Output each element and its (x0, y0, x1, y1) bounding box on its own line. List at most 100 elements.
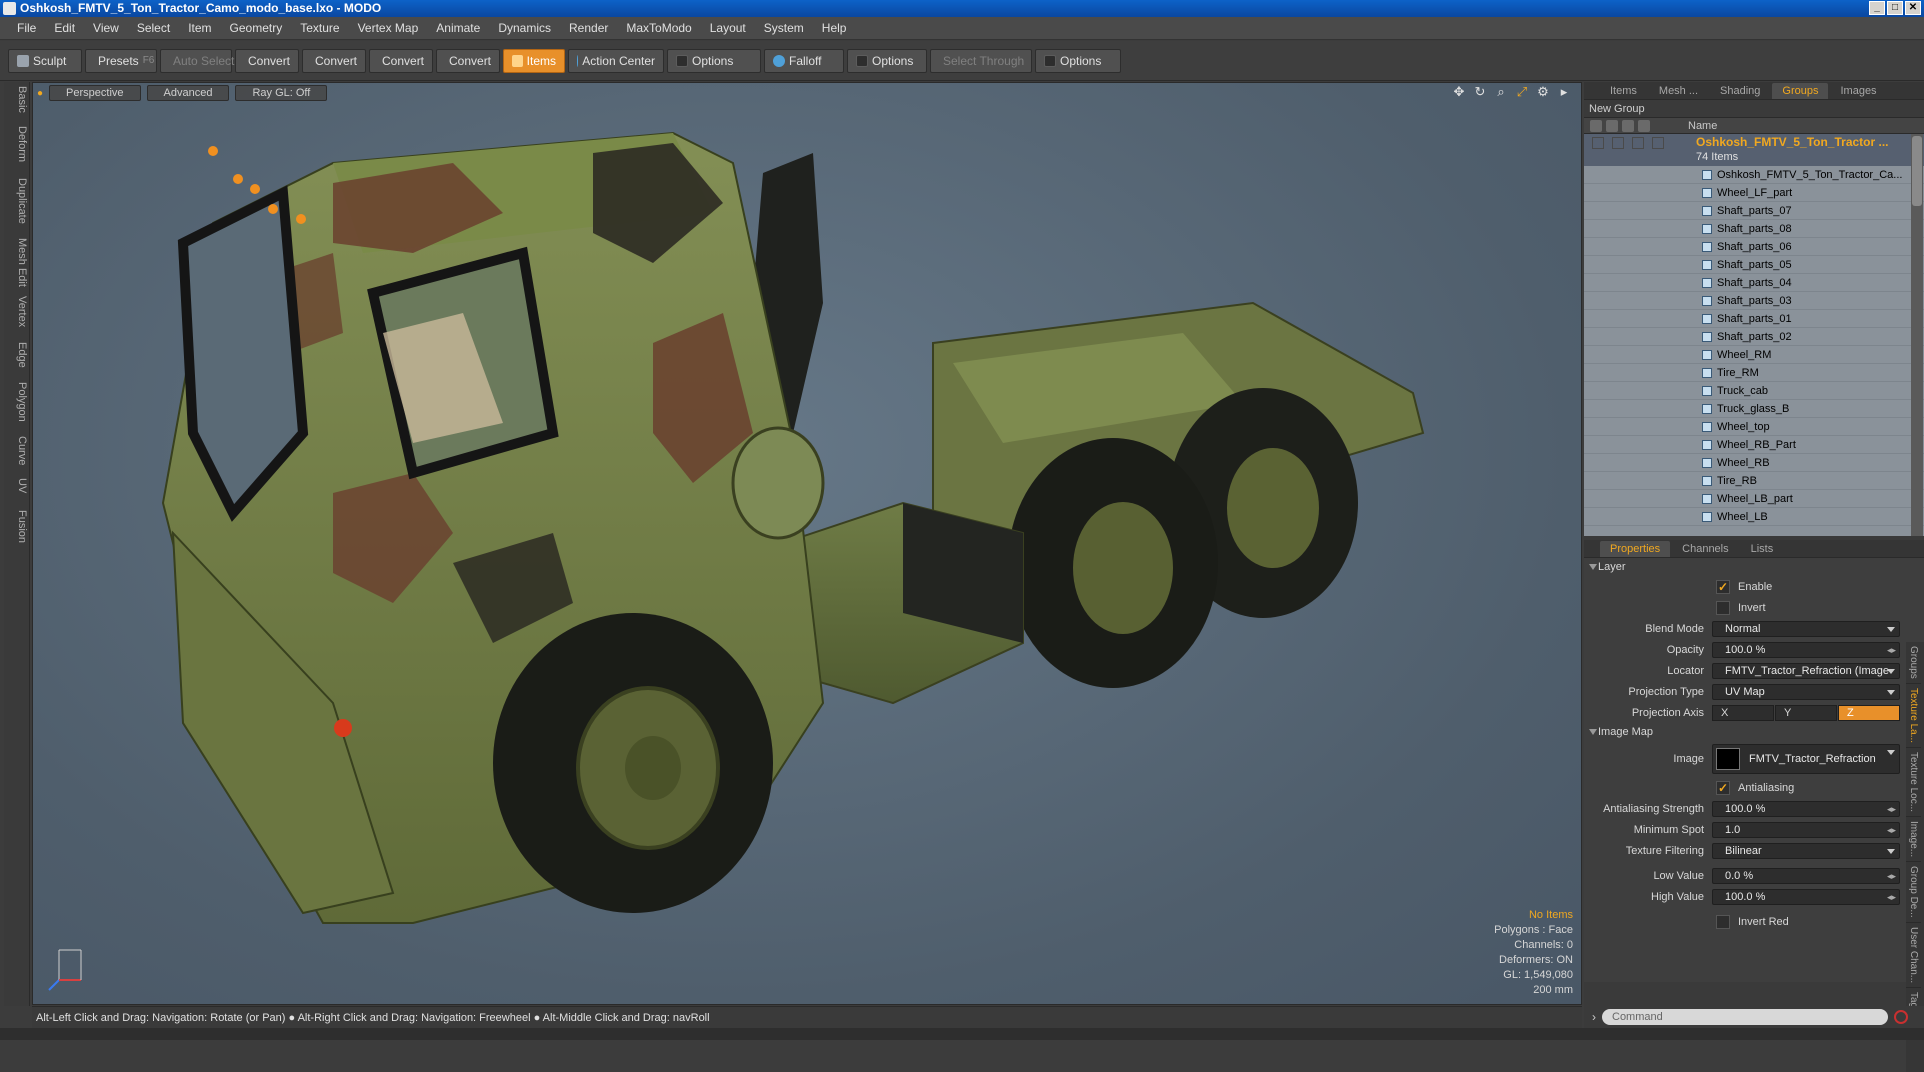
blend-mode-select[interactable]: Normal (1712, 620, 1900, 637)
pan-icon[interactable]: ✥ (1452, 85, 1466, 99)
tab-basic[interactable]: Basic (6, 82, 28, 117)
presets-button[interactable]: Presets F6 (85, 48, 157, 73)
group-row[interactable]: Oshkosh_FMTV_5_Ton_Tractor ... 74 Items (1584, 134, 1924, 166)
tab-fusion[interactable]: Fusion (6, 506, 28, 547)
command-expand-icon[interactable]: › (1592, 1010, 1596, 1024)
list-item[interactable]: Truck_glass_B (1584, 400, 1924, 418)
action-center-options-button[interactable]: Options (667, 48, 761, 73)
tab-groups[interactable]: Groups (1772, 82, 1829, 99)
convert-button-3[interactable]: Convert (369, 48, 433, 73)
side-tab-texture-layer[interactable]: Texture La... (1906, 684, 1921, 748)
low-value-field[interactable]: 0.0 % (1712, 867, 1900, 884)
list-item[interactable]: Shaft_parts_02 (1584, 328, 1924, 346)
aa-strength-field[interactable]: 100.0 % (1712, 800, 1900, 817)
side-tab-user-channels[interactable]: User Chan... (1906, 923, 1921, 988)
list-item[interactable]: Shaft_parts_03 (1584, 292, 1924, 310)
list-item[interactable]: Shaft_parts_06 (1584, 238, 1924, 256)
list-item[interactable]: Shaft_parts_04 (1584, 274, 1924, 292)
image-select[interactable]: FMTV_Tractor_Refraction (1712, 744, 1900, 774)
render-icon[interactable] (1606, 119, 1618, 132)
list-scrollbar[interactable] (1911, 134, 1923, 536)
record-macro-icon[interactable] (1894, 1010, 1908, 1024)
tab-shading[interactable]: Shading (1710, 83, 1770, 99)
tab-curve[interactable]: Curve (6, 432, 28, 469)
convert-button-4[interactable]: Convert (436, 48, 500, 73)
group-render-icon[interactable] (1612, 137, 1624, 149)
3d-viewport[interactable]: ● Perspective Advanced Ray GL: Off ✥ ↻ ⌕… (32, 82, 1582, 1005)
tab-properties[interactable]: Properties (1600, 540, 1671, 557)
select-icon[interactable] (1638, 119, 1650, 132)
side-tab-groups[interactable]: Groups (1906, 642, 1921, 684)
invert-checkbox[interactable] (1716, 600, 1730, 615)
side-tab-image[interactable]: Image... (1906, 817, 1921, 862)
tab-edge[interactable]: Edge (6, 338, 28, 372)
antialiasing-checkbox[interactable]: ✓ (1716, 780, 1730, 795)
tab-duplicate[interactable]: Duplicate (6, 174, 28, 228)
group-item-list[interactable]: Oshkosh_FMTV_5_Ton_Tractor ... 74 Items … (1584, 134, 1924, 536)
tab-lists[interactable]: Lists (1741, 541, 1784, 557)
min-spot-field[interactable]: 1.0 (1712, 821, 1900, 838)
raygl-button[interactable]: Ray GL: Off (235, 85, 328, 101)
menu-edit[interactable]: Edit (45, 21, 84, 35)
close-button[interactable]: ✕ (1905, 1, 1921, 15)
axis-y-button[interactable]: Y (1775, 704, 1837, 721)
opacity-field[interactable]: 100.0 % (1712, 641, 1900, 658)
menu-view[interactable]: View (84, 21, 128, 35)
tab-images[interactable]: Images (1830, 83, 1886, 99)
zoom-icon[interactable]: ⌕ (1494, 85, 1508, 99)
tab-items[interactable]: Items (1600, 83, 1647, 99)
perspective-button[interactable]: Perspective (49, 85, 141, 101)
menu-vertex-map[interactable]: Vertex Map (349, 21, 428, 35)
menu-select[interactable]: Select (128, 21, 179, 35)
menu-geometry[interactable]: Geometry (221, 21, 292, 35)
menu-help[interactable]: Help (813, 21, 856, 35)
scrollbar-thumb[interactable] (1912, 136, 1922, 206)
list-item[interactable]: Wheel_RM (1584, 346, 1924, 364)
tab-mesh-edit[interactable]: Mesh Edit (6, 234, 28, 291)
minimize-button[interactable]: _ (1869, 1, 1885, 15)
menu-layout[interactable]: Layout (701, 21, 755, 35)
lock-icon[interactable] (1622, 119, 1634, 132)
auto-select-button[interactable]: Auto Select (160, 48, 234, 73)
tab-uv[interactable]: UV (6, 474, 28, 497)
expand-arrow-icon[interactable]: ▸ (1557, 85, 1571, 99)
visibility-eye-icon[interactable] (1590, 119, 1602, 132)
group-eye-icon[interactable] (1592, 137, 1604, 149)
command-input[interactable]: Command (1602, 1009, 1888, 1025)
high-value-field[interactable]: 100.0 % (1712, 888, 1900, 905)
items-mode-button[interactable]: Items (503, 48, 565, 73)
action-center-button[interactable]: Action Center (568, 48, 664, 73)
menu-render[interactable]: Render (560, 21, 617, 35)
tab-mesh[interactable]: Mesh ... (1649, 83, 1708, 99)
tab-polygon[interactable]: Polygon (6, 378, 28, 426)
falloff-button[interactable]: Falloff (764, 48, 844, 73)
list-item[interactable]: Shaft_parts_01 (1584, 310, 1924, 328)
name-column-header[interactable]: Name (1688, 120, 1717, 132)
group-lock-icon[interactable] (1632, 137, 1644, 149)
axis-z-button[interactable]: Z (1838, 704, 1900, 721)
menu-texture[interactable]: Texture (291, 21, 348, 35)
axis-x-button[interactable]: X (1712, 704, 1774, 721)
list-item[interactable]: Wheel_LB (1584, 508, 1924, 526)
enable-checkbox[interactable]: ✓ (1716, 579, 1730, 594)
select-through-button[interactable]: Select Through (930, 48, 1032, 73)
tex-filter-select[interactable]: Bilinear (1712, 842, 1900, 859)
side-tab-group-display[interactable]: Group De... (1906, 862, 1921, 923)
menu-dynamics[interactable]: Dynamics (489, 21, 560, 35)
list-item[interactable]: Wheel_LB_part (1584, 490, 1924, 508)
convert-button-1[interactable]: Convert (235, 48, 299, 73)
menu-item[interactable]: Item (179, 21, 220, 35)
list-item[interactable]: Wheel_top (1584, 418, 1924, 436)
list-item[interactable]: Shaft_parts_08 (1584, 220, 1924, 238)
list-item[interactable]: Truck_cab (1584, 382, 1924, 400)
tab-vertex[interactable]: Vertex (6, 292, 28, 331)
list-item[interactable]: Wheel_RB (1584, 454, 1924, 472)
tab-channels[interactable]: Channels (1672, 541, 1738, 557)
invert-red-checkbox[interactable] (1716, 914, 1730, 929)
group-select-icon[interactable] (1652, 137, 1664, 149)
list-item[interactable]: Oshkosh_FMTV_5_Ton_Tractor_Ca... (1584, 166, 1924, 184)
list-item[interactable]: Wheel_LF_part (1584, 184, 1924, 202)
list-item[interactable]: Shaft_parts_05 (1584, 256, 1924, 274)
settings-gear-icon[interactable]: ⚙ (1536, 85, 1550, 99)
list-item[interactable]: Tire_RM (1584, 364, 1924, 382)
